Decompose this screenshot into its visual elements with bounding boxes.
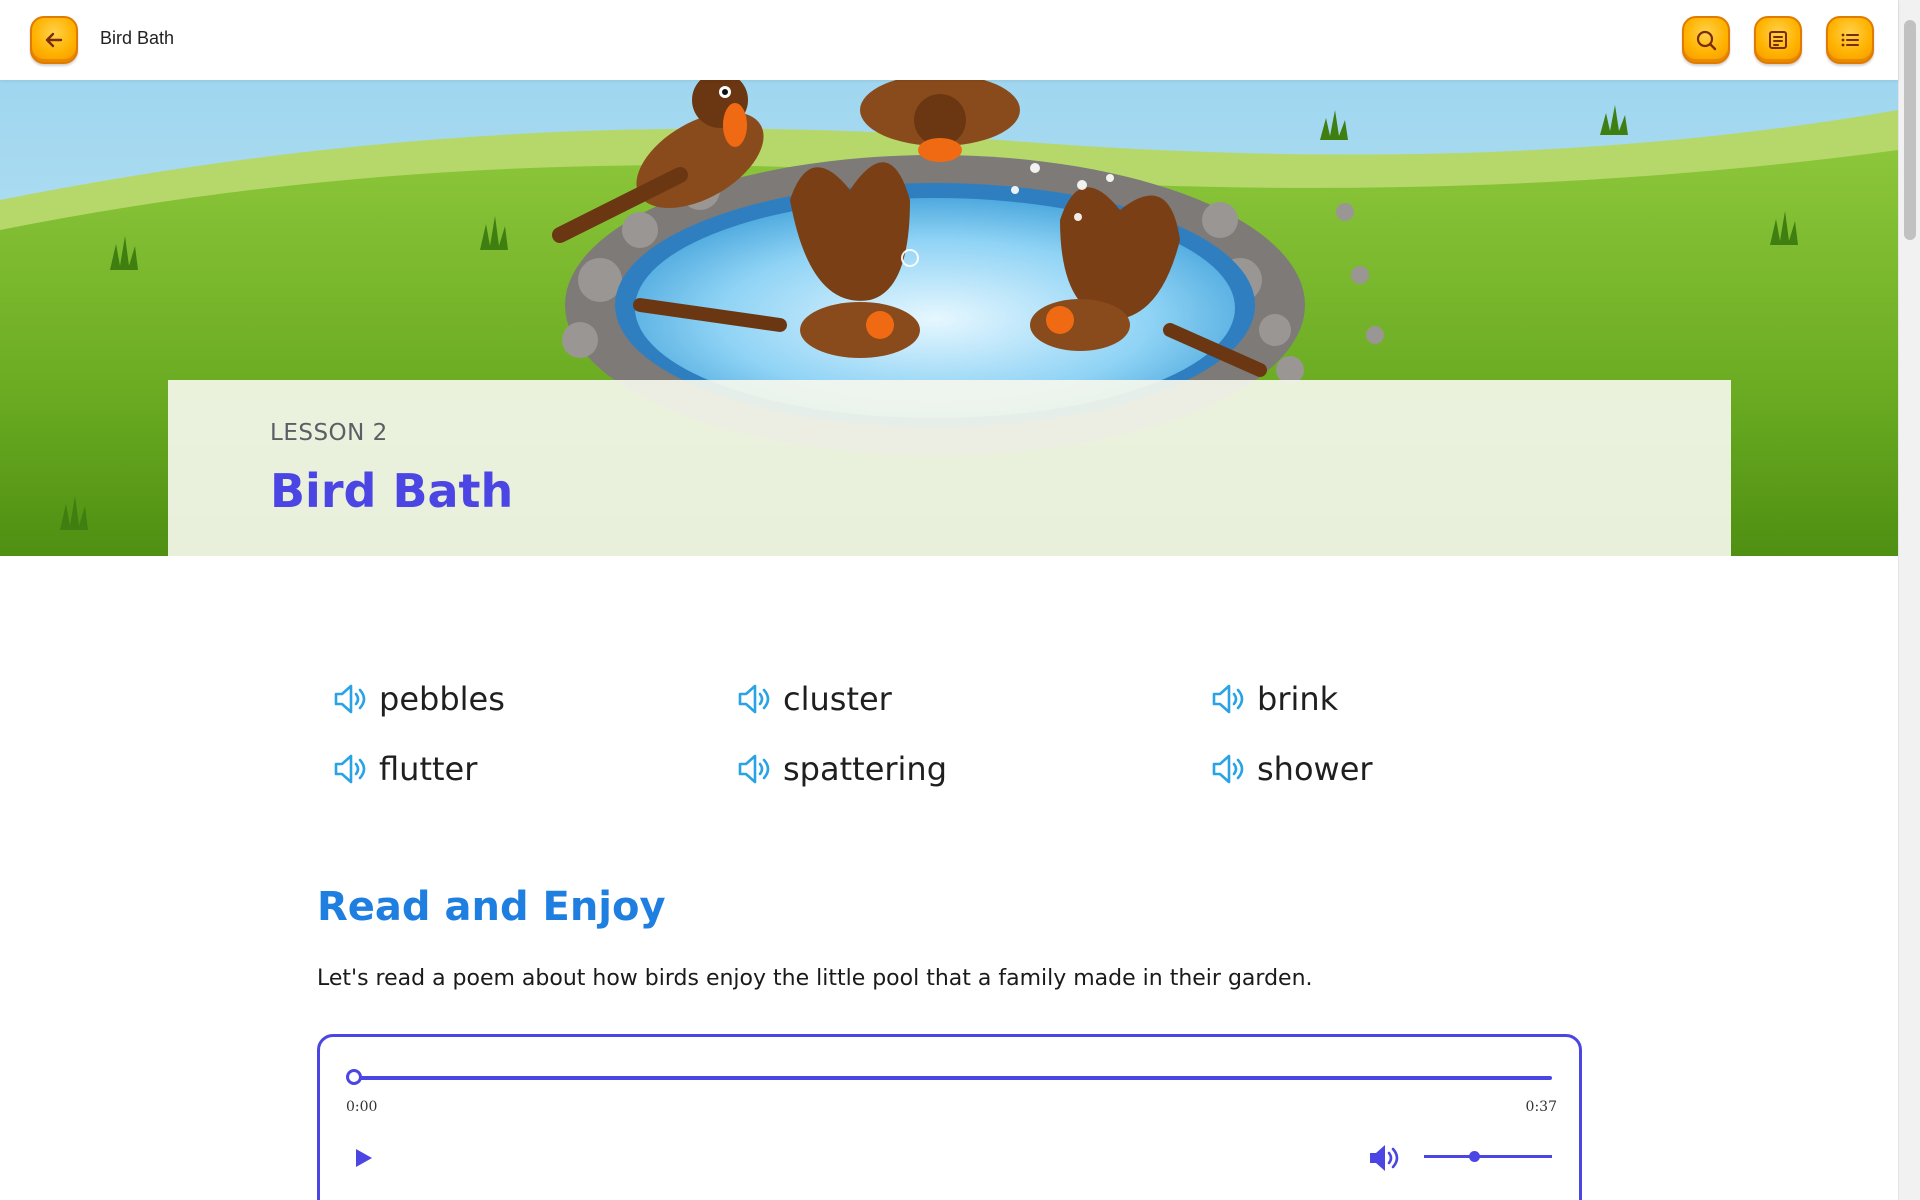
top-bar: Bird Bath (0, 0, 1898, 80)
vocab-word-text: cluster (783, 680, 892, 718)
volume-icon[interactable] (1367, 1143, 1401, 1173)
speaker-icon (738, 754, 770, 784)
volume-slider[interactable] (1424, 1155, 1552, 1158)
speaker-icon (1212, 684, 1244, 714)
speaker-icon (738, 684, 770, 714)
contents-menu-button[interactable] (1826, 16, 1874, 64)
back-button[interactable] (30, 16, 78, 64)
total-time: 0:37 (1525, 1099, 1557, 1115)
vocab-word-text: flutter (379, 750, 478, 788)
lesson-header-card: LESSON 2 Bird Bath (168, 380, 1731, 556)
scrollbar-thumb[interactable] (1904, 20, 1916, 240)
section-title: Read and Enjoy (317, 884, 666, 930)
vocab-word-pebbles[interactable]: pebbles (333, 680, 505, 718)
speaker-icon (334, 754, 366, 784)
search-icon (1696, 30, 1717, 51)
lesson-number: LESSON 2 (270, 420, 388, 446)
lesson-title: Bird Bath (270, 464, 514, 518)
play-button[interactable] (350, 1145, 376, 1171)
vocab-word-shower[interactable]: shower (1211, 750, 1373, 788)
section-intro: Let's read a poem about how birds enjoy … (317, 966, 1313, 991)
audio-player: 0:00 0:37 (317, 1034, 1582, 1200)
arrow-left-icon (45, 32, 63, 48)
vocab-word-text: shower (1257, 750, 1373, 788)
vocab-word-text: spattering (783, 750, 948, 788)
page-title: Bird Bath (100, 28, 175, 48)
vocab-word-brink[interactable]: brink (1211, 680, 1338, 718)
search-button[interactable] (1682, 16, 1730, 64)
list-icon (1841, 33, 1859, 47)
volume-handle[interactable] (1469, 1151, 1480, 1162)
notes-icon (1769, 31, 1787, 49)
progress-bar[interactable] (352, 1076, 1552, 1080)
notes-button[interactable] (1754, 16, 1802, 64)
vocab-word-text: pebbles (379, 680, 505, 718)
progress-handle[interactable] (346, 1069, 362, 1085)
vocab-word-spattering[interactable]: spattering (737, 750, 947, 788)
speaker-icon (334, 684, 366, 714)
vocab-word-cluster[interactable]: cluster (737, 680, 892, 718)
page-scrollbar[interactable] (1898, 0, 1920, 1200)
vocab-word-flutter[interactable]: flutter (333, 750, 477, 788)
hero-banner: LESSON 2 Bird Bath (0, 80, 1898, 556)
current-time: 0:00 (346, 1099, 378, 1115)
speaker-icon (1212, 754, 1244, 784)
vocab-word-text: brink (1257, 680, 1339, 718)
